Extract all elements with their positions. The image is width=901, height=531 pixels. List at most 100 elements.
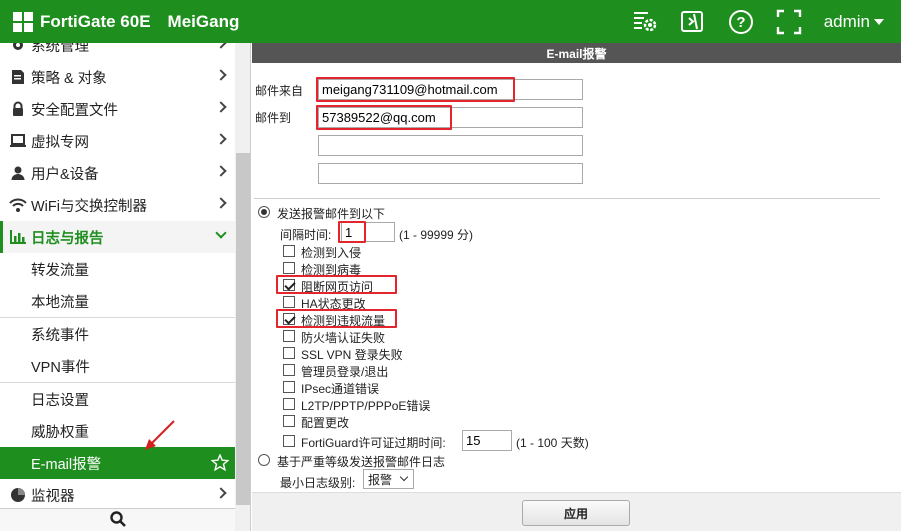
sidebar-sub-system-events[interactable]: 系统事件: [0, 318, 235, 350]
send-option-radio[interactable]: [258, 206, 270, 218]
search-icon[interactable]: [109, 510, 127, 531]
event-checkbox-config[interactable]: [283, 415, 295, 427]
fortiguard-days-input[interactable]: 15: [462, 430, 512, 451]
hostname: MeiGang: [167, 11, 240, 31]
sidebar-sub-label: 日志设置: [31, 392, 89, 409]
interval-label: 间隔时间:: [280, 228, 332, 242]
min-level-select[interactable]: 报警: [363, 469, 414, 489]
sidebar-item-label: 安全配置文件: [31, 102, 118, 119]
highlight-box: [316, 105, 452, 130]
event-label: 管理员登录/退出: [301, 365, 389, 379]
sidebar-sub-local-traffic[interactable]: 本地流量: [0, 285, 235, 317]
lock-icon: [7, 101, 29, 117]
sidebar-search[interactable]: [0, 508, 235, 531]
fortinet-logo: [13, 11, 33, 32]
sidebar-sub-vpn-events[interactable]: VPN事件: [0, 350, 235, 382]
sidebar-item-log-report[interactable]: 日志与报告: [0, 221, 235, 253]
apply-button[interactable]: 应用: [522, 500, 630, 526]
interval-range: (1 - 99999 分): [399, 228, 474, 242]
gear-icon: [7, 43, 29, 53]
sidebar-item-label: 用户&设备: [31, 166, 99, 183]
product-name: FortiGate 60E: [40, 11, 151, 31]
highlight-box: [338, 221, 366, 243]
chevron-down-icon: [215, 227, 227, 239]
cli-settings-icon[interactable]: [632, 9, 658, 35]
wifi-icon: [7, 197, 29, 213]
chevron-right-icon: [215, 197, 227, 209]
sidebar-sub-email-alert[interactable]: E-mail报警: [0, 447, 235, 479]
event-label: 配置更改: [301, 416, 350, 430]
highlight-box: [276, 275, 397, 294]
event-label: L2TP/PPTP/PPPoE错误: [301, 399, 431, 413]
fortiguard-label: FortiGuard许可证过期时间:: [301, 436, 446, 450]
fortiguard-range: (1 - 100 天数): [516, 436, 589, 450]
sidebar-sub-label: 本地流量: [31, 294, 89, 311]
chevron-right-icon: [215, 133, 227, 145]
fullscreen-icon[interactable]: [776, 9, 802, 35]
sidebar-sub-label: VPN事件: [31, 359, 90, 376]
sidebar-item-system[interactable]: 系统管理: [0, 43, 235, 61]
severity-option-radio[interactable]: [258, 454, 270, 466]
sidebar-item-label: WiFi与交换控制器: [31, 198, 147, 215]
video-icon[interactable]: [680, 9, 706, 35]
event-checkbox-admin-login[interactable]: [283, 364, 295, 376]
email-from-label: 邮件来自: [255, 84, 304, 98]
panel-title: E-mail报警: [252, 43, 901, 63]
admin-username: admin: [823, 11, 870, 31]
highlight-box: [276, 309, 397, 328]
event-label: SSL VPN 登录失败: [301, 348, 403, 362]
sidebar-item-user-device[interactable]: 用户&设备: [0, 157, 235, 189]
top-bar: FortiGate 60E MeiGang ? admin: [0, 0, 901, 43]
admin-menu[interactable]: admin: [824, 12, 884, 32]
bar-chart-icon: [7, 229, 29, 245]
policy-icon: [7, 69, 29, 85]
event-checkbox-l2tp[interactable]: [283, 398, 295, 410]
sidebar-item-label: 虚拟专网: [31, 134, 89, 151]
laptop-icon: [7, 133, 29, 149]
chevron-right-icon: [215, 69, 227, 81]
sidebar-sub-threat-weight[interactable]: 威胁权重: [0, 415, 235, 447]
event-checkbox-ha[interactable]: [283, 296, 295, 308]
sidebar-sub-label: E-mail报警: [31, 456, 102, 473]
sidebar-item-label: 系统管理: [31, 43, 89, 55]
favorite-star-icon[interactable]: [210, 453, 230, 475]
sidebar-item-label: 策略 & 对象: [31, 70, 107, 87]
event-checkbox-intrusion[interactable]: [283, 245, 295, 257]
divider: [254, 198, 880, 199]
event-checkbox-sslvpn[interactable]: [283, 347, 295, 359]
send-option-label: 发送报警邮件到以下: [277, 207, 386, 221]
sidebar-item-wifi[interactable]: WiFi与交换控制器: [0, 189, 235, 221]
sidebar-item-monitor[interactable]: 监视器: [0, 479, 235, 511]
chevron-right-icon: [215, 101, 227, 113]
chevron-right-icon: [215, 43, 227, 49]
help-icon[interactable]: ?: [728, 9, 754, 35]
email-to-label: 邮件到: [255, 111, 292, 125]
sidebar-item-label: 日志与报告: [31, 230, 104, 247]
event-label: IPsec通道错误: [301, 382, 380, 396]
chevron-down-icon: [399, 472, 409, 482]
annotation-arrow: [145, 420, 175, 450]
sidebar-item-security-profiles[interactable]: 安全配置文件: [0, 93, 235, 125]
event-checkbox-ipsec[interactable]: [283, 381, 295, 393]
event-checkbox-fw-auth[interactable]: [283, 330, 295, 342]
sidebar-sub-label: 威胁权重: [31, 424, 89, 441]
sidebar-item-label: 监视器: [31, 488, 75, 505]
highlight-box: [316, 77, 515, 102]
sidebar-item-policy[interactable]: 策略 & 对象: [0, 61, 235, 93]
email-to-field-3[interactable]: [318, 163, 583, 184]
fortiguard-checkbox[interactable]: [283, 435, 295, 447]
event-label: 防火墙认证失败: [301, 331, 386, 345]
chevron-right-icon: [215, 487, 227, 499]
sidebar-sub-forward-traffic[interactable]: 转发流量: [0, 253, 235, 285]
email-to-field-2[interactable]: [318, 135, 583, 156]
event-checkbox-virus[interactable]: [283, 262, 295, 274]
caret-down-icon: [874, 18, 884, 25]
sidebar-sub-label: 系统事件: [31, 327, 89, 344]
sidebar-item-vpn[interactable]: 虚拟专网: [0, 125, 235, 157]
panel-footer: 应用: [252, 492, 901, 531]
min-level-value: 报警: [368, 472, 393, 487]
sidebar-scrollbar-thumb[interactable]: [236, 153, 250, 505]
sidebar-sub-log-settings[interactable]: 日志设置: [0, 383, 235, 415]
event-label: 检测到入侵: [301, 246, 362, 260]
chevron-right-icon: [215, 165, 227, 177]
